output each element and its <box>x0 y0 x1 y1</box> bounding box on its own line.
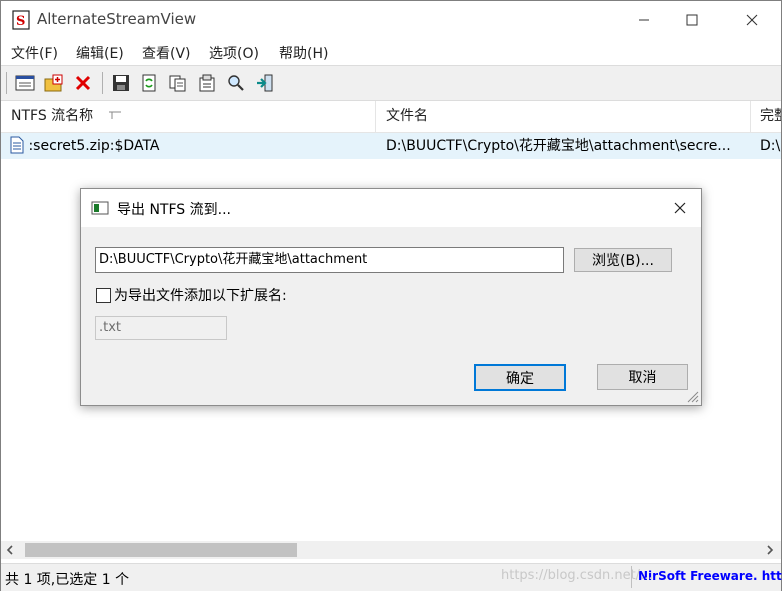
column-header-fullpath[interactable]: 完整 <box>752 101 781 132</box>
properties-button[interactable] <box>196 72 218 94</box>
maximize-button[interactable] <box>669 1 715 39</box>
cancel-button[interactable]: 取消 <box>597 364 688 390</box>
maximize-icon <box>686 14 698 26</box>
exit-icon <box>257 74 273 92</box>
resize-grip-icon[interactable] <box>685 389 699 403</box>
app-icon: S <box>12 10 30 30</box>
copy-icon <box>169 75 186 92</box>
dialog-title: 导出 NTFS 流到... <box>117 202 231 218</box>
add-extension-checkbox[interactable] <box>96 288 111 303</box>
toolbar-separator <box>6 72 7 94</box>
svg-text:S: S <box>16 14 25 29</box>
sort-indicator-icon <box>108 111 121 119</box>
column-header-label: 完整 <box>760 108 781 124</box>
row-filename-cell: D:\BUUCTF\Crypto\花开藏宝地\attachment\secre.… <box>386 138 731 154</box>
window-title: AlternateStreamView <box>37 10 197 28</box>
refresh-icon <box>142 74 156 92</box>
add-extension-label: 为导出文件添加以下扩展名: <box>114 288 287 304</box>
exit-button[interactable] <box>254 72 276 94</box>
close-icon <box>746 14 758 26</box>
status-bar: 共 1 项,已选定 1 个 NirSoft Freeware. htt http… <box>1 563 782 591</box>
dialog-title-bar: 导出 NTFS 流到... <box>81 189 701 227</box>
status-count: 共 1 项,已选定 1 个 <box>5 572 130 588</box>
list-header: NTFS 流名称 文件名 完整 <box>1 101 781 133</box>
properties-icon <box>199 74 215 92</box>
close-icon <box>674 202 686 214</box>
scroll-left-button[interactable] <box>5 544 15 560</box>
menu-help[interactable]: 帮助(H) <box>279 43 328 63</box>
export-path-input[interactable]: D:\BUUCTF\Crypto\花开藏宝地\attachment <box>95 247 564 273</box>
search-icon <box>228 75 244 91</box>
save-disk-icon <box>113 75 129 91</box>
file-icon <box>10 136 24 154</box>
save-button[interactable] <box>110 72 132 94</box>
menu-file[interactable]: 文件(F) <box>11 43 58 63</box>
toolbar-separator <box>102 72 103 94</box>
ok-button[interactable]: 确定 <box>474 364 566 391</box>
column-header-filename[interactable]: 文件名 <box>377 101 751 132</box>
properties-window-button[interactable] <box>14 72 36 94</box>
dialog-icon <box>91 201 109 215</box>
chevron-left-icon <box>6 545 13 555</box>
row-stream-cell: :secret5.zip:$DATA <box>10 133 376 159</box>
add-folder-button[interactable] <box>43 72 65 94</box>
dialog-close-button[interactable] <box>659 189 701 227</box>
window-list-icon <box>15 75 35 91</box>
menu-edit[interactable]: 编辑(E) <box>76 43 124 63</box>
title-bar: S AlternateStreamView <box>1 1 781 39</box>
menu-options[interactable]: 选项(O) <box>209 43 259 63</box>
scroll-thumb[interactable] <box>25 543 297 557</box>
minimize-button[interactable] <box>621 1 667 39</box>
close-button[interactable] <box>729 1 775 39</box>
refresh-button[interactable] <box>138 72 160 94</box>
find-button[interactable] <box>225 72 247 94</box>
delete-x-icon <box>75 75 91 91</box>
stream-name: :secret5.zip:$DATA <box>28 138 160 154</box>
delete-button[interactable] <box>72 72 94 94</box>
folder-add-icon <box>44 74 63 92</box>
minimize-icon <box>639 19 649 21</box>
export-dialog: 导出 NTFS 流到... D:\BUUCTF\Crypto\花开藏宝地\att… <box>80 188 702 406</box>
column-header-label: NTFS 流名称 <box>11 108 94 124</box>
horizontal-scrollbar[interactable] <box>1 541 781 559</box>
watermark-text: https://blog.csdn.net/... <box>501 568 653 583</box>
browse-button[interactable]: 浏览(B)... <box>574 248 672 272</box>
nirsoft-link[interactable]: NirSoft Freeware. htt <box>638 569 782 583</box>
toolbar <box>1 65 781 101</box>
scroll-right-button[interactable] <box>765 544 775 560</box>
column-header-label: 文件名 <box>386 108 428 124</box>
table-row[interactable]: :secret5.zip:$DATA D:\BUUCTF\Crypto\花开藏宝… <box>1 133 781 159</box>
column-header-stream-name[interactable]: NTFS 流名称 <box>1 101 376 132</box>
row-fullpath-cell: D:\ <box>760 138 781 154</box>
menu-bar: 文件(F) 编辑(E) 查看(V) 选项(O) 帮助(H) <box>1 39 781 65</box>
menu-view[interactable]: 查看(V) <box>142 43 191 63</box>
chevron-right-icon <box>767 545 774 555</box>
copy-button[interactable] <box>167 72 189 94</box>
extension-input[interactable]: .txt <box>95 316 227 340</box>
